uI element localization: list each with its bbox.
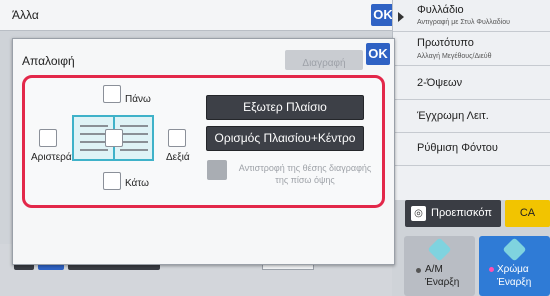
- bw-dot-icon: [416, 268, 421, 273]
- top-bar: Άλλα: [0, 0, 392, 31]
- start-color-icon: [502, 237, 527, 262]
- top-title: Άλλα: [12, 8, 39, 22]
- top-checkbox[interactable]: [103, 85, 121, 103]
- outer-frame-button[interactable]: Εξωτερ Πλαίσιο: [206, 95, 364, 120]
- menu-item-original[interactable]: Πρωτότυπο Αλλαγή Μεγέθους/Διεύθ: [393, 32, 550, 66]
- menu-item-background[interactable]: Ρύθμιση Φόντου: [393, 133, 550, 166]
- clear-all-button[interactable]: CA: [505, 200, 550, 227]
- menu-item-duplex[interactable]: 2-Όψεων: [393, 66, 550, 100]
- preview-button[interactable]: ◎ Προεπισκόπ: [405, 200, 501, 227]
- erase-button-disabled: Διαγραφή: [285, 50, 363, 70]
- right-label: Δεξιά: [166, 152, 190, 163]
- dialog-title: Απαλοιφή: [22, 54, 75, 68]
- menu-item-color-mode[interactable]: Έγχρωμη Λειτ.: [393, 100, 550, 133]
- dialog-ok-button[interactable]: OK: [366, 43, 390, 65]
- reverse-erase-label: Αντιστροφή της θέσης διαγραφής της πίσω …: [238, 163, 372, 185]
- start-color-button[interactable]: Χρώμα Έναρξη: [479, 236, 550, 296]
- reverse-erase-checkbox[interactable]: [207, 160, 227, 180]
- frame-center-button[interactable]: Ορισμός Πλαισίου+Κέντρο: [206, 126, 364, 151]
- center-checkbox[interactable]: [105, 129, 123, 147]
- left-label: Αριστερά: [31, 152, 72, 163]
- start-bw-icon: [427, 237, 452, 262]
- bottom-checkbox[interactable]: [103, 172, 121, 190]
- start-bw-button[interactable]: Α/Μ Έναρξη: [404, 236, 475, 296]
- bottom-label: Κάτω: [125, 178, 149, 189]
- color-dot-icon: [489, 267, 494, 272]
- left-checkbox[interactable]: [39, 129, 57, 147]
- top-label: Πάνω: [125, 94, 151, 105]
- right-checkbox[interactable]: [168, 129, 186, 147]
- menu-item-booklet[interactable]: Φυλλάδιο Αντιγραφή με Στυλ Φυλλαδίου: [393, 0, 550, 32]
- preview-icon: ◎: [411, 206, 426, 221]
